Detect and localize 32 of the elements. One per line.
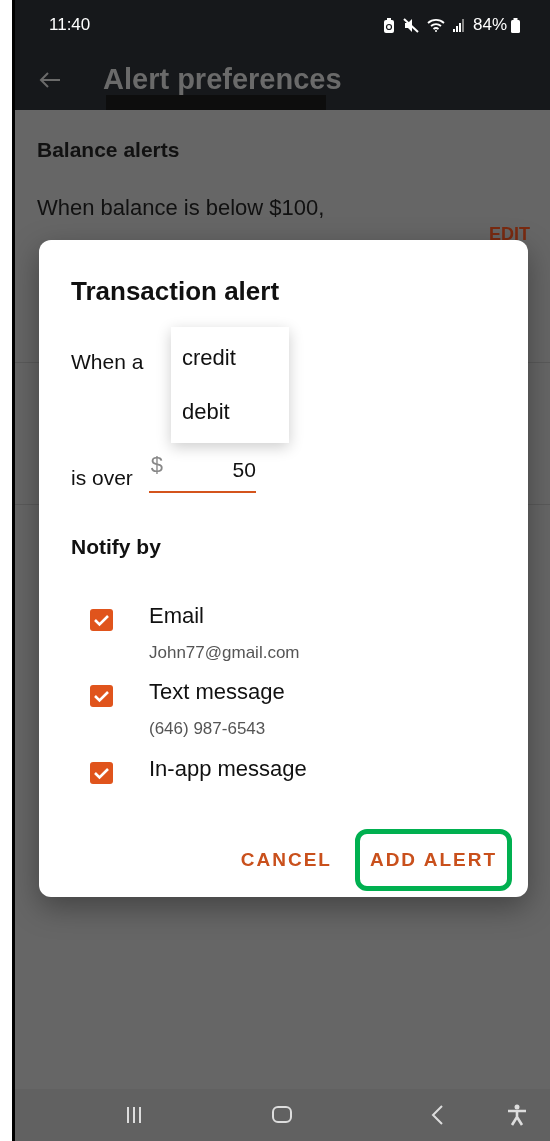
status-time: 11:40 bbox=[49, 14, 91, 37]
wifi-icon bbox=[426, 18, 445, 32]
signal-icon bbox=[452, 18, 465, 32]
mute-icon bbox=[402, 17, 419, 33]
screen-title: Alert preferences bbox=[103, 62, 342, 98]
amount-value: 50 bbox=[232, 456, 256, 483]
accessibility-icon[interactable] bbox=[506, 1104, 528, 1126]
channel-detail: (646) 987-6543 bbox=[149, 718, 267, 740]
channel-detail: John77@gmail.com bbox=[149, 641, 300, 664]
channel-label: Text message bbox=[149, 678, 285, 706]
notify-heading: Notify by bbox=[71, 534, 162, 560]
description-line: When balance is below $100, bbox=[37, 193, 325, 221]
checkbox[interactable] bbox=[90, 685, 113, 707]
section-heading: Balance alerts bbox=[37, 137, 181, 163]
checkbox[interactable] bbox=[90, 608, 113, 631]
amount-label: is over bbox=[71, 464, 133, 491]
battery-percent: 84% bbox=[472, 14, 507, 37]
channel-label: Email bbox=[149, 601, 205, 630]
dropdown-option[interactable]: debit bbox=[171, 385, 289, 439]
home-icon[interactable] bbox=[271, 1104, 293, 1126]
dropdown-option[interactable]: credit bbox=[171, 331, 289, 385]
when-label: When a bbox=[71, 349, 144, 375]
currency-prefix: $ bbox=[150, 453, 164, 476]
checkbox[interactable] bbox=[90, 761, 113, 784]
channel-label: In-app message bbox=[149, 754, 307, 783]
battery-saver-icon bbox=[382, 17, 395, 33]
dialog-action-button[interactable]: ADD ALERT bbox=[354, 828, 512, 891]
amount-field[interactable]: $ 50 bbox=[148, 453, 256, 493]
back-arrow-icon[interactable] bbox=[39, 71, 61, 89]
dialog-action-button[interactable]: CANCEL bbox=[225, 828, 347, 891]
battery-icon bbox=[511, 17, 520, 33]
dialog-title: Transaction alert bbox=[71, 275, 281, 308]
